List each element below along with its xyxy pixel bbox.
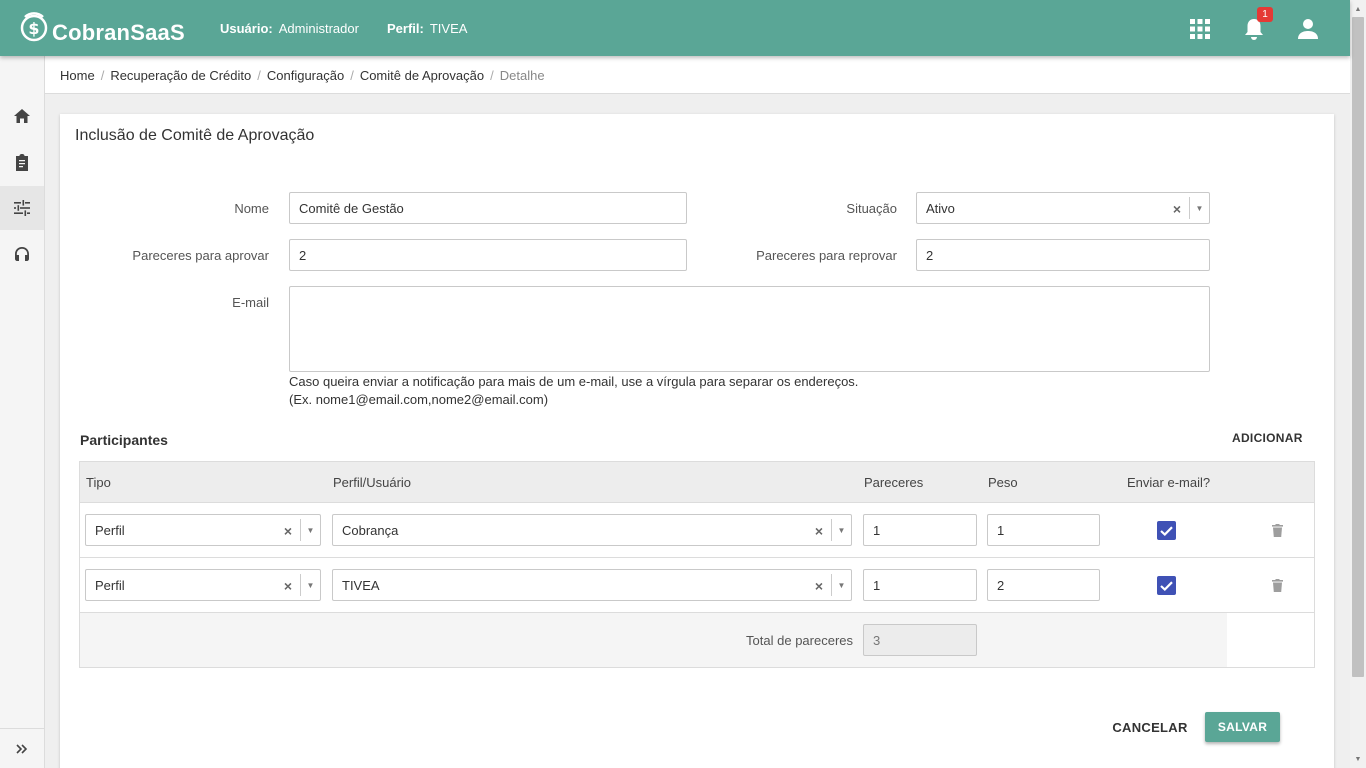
breadcrumb-comite[interactable]: Comitê de Aprovação — [360, 68, 484, 83]
current-profile: Perfil: TIVEA — [387, 21, 467, 36]
row-1-pareceres-input[interactable]: 1 — [863, 514, 977, 546]
dropdown-arrow-icon[interactable]: ▼ — [831, 574, 851, 596]
clear-icon[interactable]: × — [815, 523, 823, 539]
status-select[interactable]: Ativo × ▼ — [916, 192, 1210, 224]
home-icon — [14, 109, 30, 123]
column-header-peso: Peso — [988, 475, 1018, 490]
svg-text:$: $ — [28, 19, 39, 38]
top-app-bar: $ CobranSaaS Usuário: Administrador Perfi… — [0, 0, 1350, 56]
sidebar-item-support[interactable] — [0, 232, 44, 276]
row-1-tipo-select[interactable]: Perfil × ▼ — [85, 514, 321, 546]
scroll-down-arrow-icon[interactable]: ▼ — [1352, 752, 1364, 766]
user-account-icon[interactable] — [1297, 18, 1319, 40]
row-2-email-checkbox[interactable] — [1157, 576, 1176, 595]
total-label: Total de pareceres — [746, 633, 853, 648]
column-header-pareceres: Pareceres — [864, 475, 924, 490]
notification-badge: 1 — [1257, 7, 1273, 22]
check-icon — [1160, 580, 1173, 591]
user-label: Usuário: — [220, 21, 273, 36]
row-1-perfil-select[interactable]: Cobrança × ▼ — [332, 514, 852, 546]
approve-label: Pareceres para aprovar — [132, 248, 269, 263]
table-header: Tipo Perfil/Usuário Pareceres Peso Envia… — [80, 462, 1314, 503]
approve-count-input[interactable]: 2 — [289, 239, 687, 271]
clear-icon[interactable]: × — [284, 578, 292, 594]
email-textarea[interactable] — [289, 286, 1210, 372]
page-title: Inclusão de Comitê de Aprovação — [75, 127, 315, 144]
breadcrumb-separator: / — [490, 68, 494, 83]
reject-label: Pareceres para reprovar — [756, 248, 897, 263]
breadcrumb-bar: Home / Recuperação de Crédito / Configuração… — [45, 56, 1350, 94]
status-value: Ativo — [926, 200, 955, 216]
cancel-button[interactable]: CANCELAR — [1110, 712, 1190, 742]
profile-label: Perfil: — [387, 21, 424, 36]
row-divider — [80, 557, 1314, 558]
row-2-tipo-value: Perfil — [95, 577, 125, 593]
row-1-tipo-value: Perfil — [95, 522, 125, 538]
breadcrumb-current: Detalhe — [499, 68, 545, 83]
add-participant-button[interactable]: ADICIONAR — [1232, 431, 1303, 445]
reject-count-input[interactable]: 2 — [916, 239, 1210, 271]
breadcrumb-separator: / — [100, 68, 105, 83]
current-user: Usuário: Administrador — [220, 21, 359, 36]
check-icon — [1160, 525, 1173, 536]
name-input[interactable]: Comitê de Gestão — [289, 192, 687, 224]
dropdown-arrow-icon[interactable]: ▼ — [300, 574, 320, 596]
breadcrumb-separator: / — [350, 68, 354, 83]
save-button[interactable]: SALVAR — [1205, 712, 1280, 742]
user-value: Administrador — [278, 21, 359, 36]
dropdown-arrow-icon[interactable]: ▼ — [831, 519, 851, 541]
clear-icon[interactable]: × — [815, 578, 823, 594]
scrollbar-thumb[interactable] — [1352, 17, 1364, 677]
email-label: E-mail — [232, 295, 269, 310]
dropdown-arrow-icon[interactable]: ▼ — [1189, 197, 1209, 219]
clear-icon[interactable]: × — [284, 523, 292, 539]
participants-table: Tipo Perfil/Usuário Pareceres Peso Envia… — [79, 461, 1315, 668]
sidebar-item-home[interactable] — [0, 94, 44, 138]
row-2-pareceres-input[interactable]: 1 — [863, 569, 977, 601]
row-1-email-checkbox[interactable] — [1157, 521, 1176, 540]
headset-icon — [15, 247, 29, 261]
clear-icon[interactable]: × — [1173, 201, 1181, 217]
logo-coin-icon: $ — [20, 12, 48, 42]
name-label: Nome — [234, 201, 269, 216]
table-footer — [80, 613, 1227, 667]
email-hint-example: (Ex. nome1@email.com,nome2@email.com) — [289, 392, 549, 407]
dropdown-arrow-icon[interactable]: ▼ — [300, 519, 320, 541]
row-2-tipo-select[interactable]: Perfil × ▼ — [85, 569, 321, 601]
clipboard-icon — [16, 153, 28, 171]
profile-value: TIVEA — [429, 21, 468, 36]
double-chevron-right-icon — [16, 743, 28, 754]
breadcrumb-configuracao[interactable]: Configuração — [267, 68, 344, 83]
sidebar-item-settings[interactable] — [0, 186, 44, 230]
sidebar-item-clipboard[interactable] — [0, 140, 44, 184]
row-2-perfil-select[interactable]: TIVEA × ▼ — [332, 569, 852, 601]
row-1-perfil-value: Cobrança — [342, 522, 399, 538]
scroll-up-arrow-icon[interactable]: ▲ — [1352, 2, 1364, 16]
row-2-delete-icon[interactable] — [1272, 579, 1283, 592]
breadcrumb-recuperacao[interactable]: Recuperação de Crédito — [110, 68, 251, 83]
total-pareceres-field: 3 — [863, 624, 977, 656]
status-label: Situação — [846, 201, 897, 216]
row-2-peso-input[interactable]: 2 — [987, 569, 1100, 601]
column-header-perfil-usuario: Perfil/Usuário — [333, 475, 412, 490]
breadcrumb-separator: / — [257, 68, 261, 83]
app-name: CobranSaaS — [52, 20, 185, 45]
sidebar — [0, 56, 45, 768]
apps-grid-icon[interactable] — [1190, 19, 1210, 39]
row-1-peso-input[interactable]: 1 — [987, 514, 1100, 546]
sidebar-expand-button[interactable] — [0, 728, 44, 768]
row-1-delete-icon[interactable] — [1272, 524, 1283, 537]
breadcrumb-home[interactable]: Home — [60, 68, 95, 83]
sliders-icon — [14, 200, 30, 216]
column-header-enviar-email: Enviar e-mail? — [1127, 475, 1211, 490]
column-header-tipo: Tipo — [86, 475, 111, 490]
email-hint: Caso queira enviar a notificação para ma… — [289, 374, 859, 389]
participants-title: Participantes — [80, 432, 168, 448]
row-2-perfil-value: TIVEA — [342, 577, 380, 593]
breadcrumb: Home / Recuperação de Crédito / Configuração… — [60, 68, 545, 83]
